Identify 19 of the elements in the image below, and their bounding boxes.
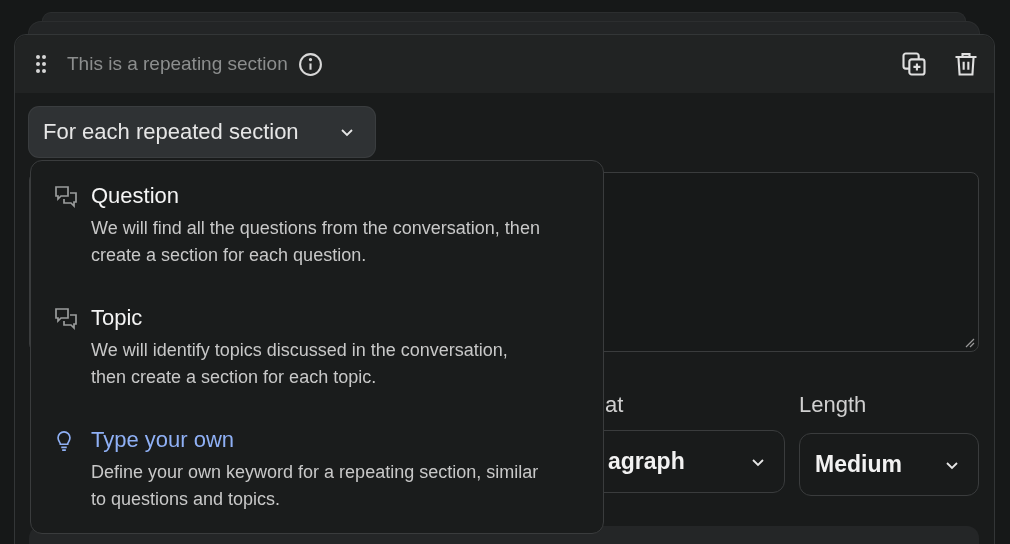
option-title: Type your own (91, 427, 236, 453)
chat-bubbles-icon (53, 307, 79, 331)
option-description: We will find all the questions from the conversation, then create a section for each question. (91, 217, 541, 267)
resize-grip-icon[interactable] (965, 338, 975, 348)
format-label: at (604, 392, 625, 418)
duplicate-icon[interactable] (900, 50, 928, 78)
option-description: Define your own keyword for a repeating section, similar to questions and topics. (91, 461, 540, 511)
section-title: This is a repeating section (67, 53, 288, 75)
option-title: Topic (91, 305, 144, 331)
chat-bubbles-icon (53, 185, 79, 209)
drag-handle-icon[interactable] (35, 54, 47, 74)
length-select[interactable]: Medium (799, 433, 979, 496)
option-title: Question (91, 183, 181, 209)
menu-option[interactable]: Question We will find all the questions from the conversation, then create a section for each question. (53, 183, 593, 269)
menu-option[interactable]: Topic We will identify topics discussed in the conversation, then create a section for each topic. (53, 305, 593, 391)
info-icon[interactable] (297, 51, 323, 77)
length-label: Length (799, 392, 868, 418)
repeat-dropdown[interactable]: For each repeated section (29, 107, 375, 157)
option-description: We will identify topics discussed in the conversation, then create a section for each topic. (91, 339, 509, 389)
